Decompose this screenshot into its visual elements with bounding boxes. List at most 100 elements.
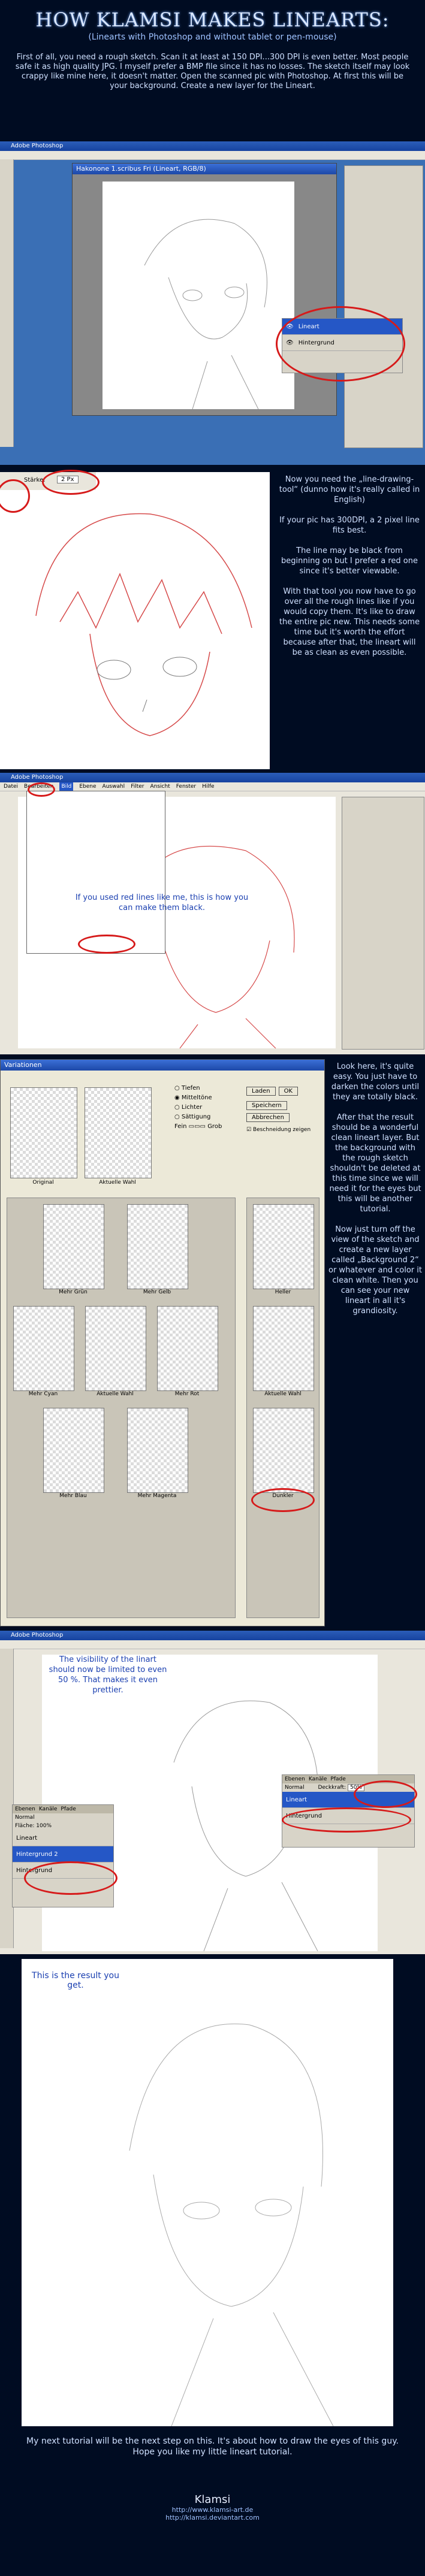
deviantart-link[interactable]: http://klamsi.deviantart.com [0,2514,425,2521]
sketch-canvas[interactable] [103,182,294,410]
menu-item[interactable]: Datei [4,782,18,791]
step2-text: Now you need the „line-drawing-tool“ (du… [279,475,420,657]
brightness-column: Heller Aktuelle Wahl Dunkler [246,1198,319,1618]
highlight-ring [24,1861,117,1895]
color-variations-grid: Mehr Grün Mehr Gelb Mehr Cyan Aktuelle W… [7,1198,236,1618]
tab-paths[interactable]: Pfade [61,1806,76,1812]
step4-text: Look here, it's quite easy. You just hav… [328,1062,422,1316]
thumb-label: Mehr Blau [59,1493,87,1499]
ps-menubar [0,1640,425,1649]
highlight-ring [78,935,135,954]
thumb-original[interactable] [10,1087,77,1178]
thumb-label: Aktuelle Wahl [97,1391,134,1397]
thumb-more-yellow[interactable] [127,1204,188,1289]
load-button[interactable]: Laden [246,1087,276,1096]
step2-section: Stärke: 2 Px Now you need the „line-draw… [0,470,425,769]
highlight-ring [28,782,55,797]
footer-text: My next tutorial will be the next step o… [26,2436,399,2457]
tab-layers[interactable]: Ebenen [285,1776,305,1782]
thumb-label: Aktuelle Wahl [264,1391,302,1397]
ps-window-title: Adobe Photoshop [0,141,425,151]
document-title: Hakonone 1.scribus Fri (Lineart, RGB/8) [73,164,336,174]
fine-coarse-slider[interactable]: Fein ▭▭▭ Grob [174,1122,222,1132]
image-menu-dropdown[interactable] [26,791,165,954]
intro-text: First of all, you need a rough sketch. S… [15,53,410,90]
thumb-lighter[interactable] [253,1204,314,1289]
opacity-label: Deckkraft: [318,1785,346,1791]
highlight-ring [251,1488,315,1512]
cancel-button[interactable]: Abbrechen [246,1113,290,1122]
final-lineart [129,2024,334,2427]
menu-item[interactable]: Auswahl [103,782,125,791]
website-link[interactable]: http://www.klamsi-art.de [0,2506,425,2514]
red-lines-drawing [35,513,252,736]
thumb-darker[interactable] [253,1408,314,1493]
highlight-ring [276,306,405,382]
variations-dialog[interactable]: Variationen Original Aktuelle Wahl ○ Tie… [0,1059,325,1626]
menu-item[interactable]: Filter [131,782,144,791]
result-canvas: This is the result you get. [22,1959,393,2427]
thumb-current-pick[interactable] [85,1306,146,1391]
step5-screenshot: Adobe Photoshop The visibility of the li… [0,1631,425,1954]
thumb-label: Mehr Cyan [28,1391,58,1397]
blend-mode-select[interactable]: Normal [13,1813,113,1822]
save-button[interactable]: Speichern [246,1101,287,1110]
radio-option[interactable]: ○ Sättigung [174,1112,222,1122]
menu-item[interactable]: Ebene [79,782,96,791]
fill-row[interactable]: Fläche: 100% [13,1822,113,1830]
author-name: Klamsi [194,2493,231,2506]
thumb-label: Aktuelle Wahl [99,1180,136,1186]
ps-toolbox[interactable] [0,159,14,447]
tab-paths[interactable]: Pfade [330,1776,345,1782]
radio-option[interactable]: ○ Tiefen [174,1084,222,1093]
step4-section: Variationen Original Aktuelle Wahl ○ Tie… [0,1059,425,1628]
step5-caption: The visibility of the linart should now … [49,1655,167,1695]
tab-channels[interactable]: Kanäle [309,1776,327,1782]
ps-window-title: Adobe Photoshop [0,773,425,782]
step3-caption: If you used red lines like me, this is h… [75,893,249,912]
thumb-current-pick[interactable] [253,1306,314,1391]
footer: My next tutorial will be the next step o… [0,2436,425,2521]
step3-screenshot: Adobe Photoshop Datei Bearbeiten Bild Eb… [0,773,425,1054]
menu-item[interactable]: Ansicht [150,782,170,791]
highlight-ring [282,1807,411,1833]
thumb-label: Heller [275,1289,291,1295]
layer-row-lineart[interactable]: Lineart [13,1830,113,1846]
thumb-label: Original [32,1180,54,1186]
thumb-more-blue[interactable] [43,1408,104,1493]
menu-item[interactable]: Fenster [176,782,196,791]
result-caption: This is the result you get. [32,1971,119,1990]
page-title: HOW KLAMSI MAKES LINEARTS: [35,8,390,31]
ps-menubar[interactable]: Datei Bearbeiten Bild Ebene Auswahl Filt… [0,782,425,791]
thumb-label: Mehr Rot [174,1391,200,1397]
page-subtitle: (Linearts with Photoshop and without tab… [88,32,337,42]
thumb-more-cyan[interactable] [13,1306,74,1391]
thumb-label: Mehr Grün [59,1289,88,1295]
ok-button[interactable]: OK [278,1087,299,1096]
tab-channels[interactable]: Kanäle [39,1806,58,1812]
menu-item[interactable]: Bild [59,782,74,791]
thumb-label: Mehr Gelb [143,1289,171,1295]
thumb-more-magenta[interactable] [127,1408,188,1493]
tutorial-page: HOW KLAMSI MAKES LINEARTS: (Linearts wit… [0,0,425,2576]
highlight-ring [354,1780,417,1808]
thumb-more-green[interactable] [43,1204,104,1289]
clipping-checkbox[interactable]: ☑ Beschneidung zeigen [246,1127,318,1133]
red-lineart-canvas[interactable]: Stärke: 2 Px [0,470,270,769]
highlight-ring [42,470,100,495]
menu-item[interactable]: Hilfe [202,782,214,791]
step6-section: This is the result you get. [0,1959,425,2427]
radio-option[interactable]: ○ Lichter [174,1103,222,1112]
rough-sketch [144,219,267,410]
thumb-current[interactable] [85,1087,152,1178]
radio-option[interactable]: ◉ Mitteltöne [174,1093,222,1103]
ps-window-title: Adobe Photoshop [0,1631,425,1640]
document-window[interactable]: Hakonone 1.scribus Fri (Lineart, RGB/8) [72,163,337,416]
tone-options[interactable]: ○ Tiefen ◉ Mitteltöne ○ Lichter ○ Sättig… [174,1084,222,1132]
thumb-more-red[interactable] [157,1306,218,1391]
tab-layers[interactable]: Ebenen [15,1806,35,1812]
palette-column[interactable] [342,797,424,1050]
layer-row-background2[interactable]: Hintergrund 2 [13,1846,113,1863]
ps-menubar [0,151,425,160]
dialog-title: Variationen [1,1060,324,1071]
